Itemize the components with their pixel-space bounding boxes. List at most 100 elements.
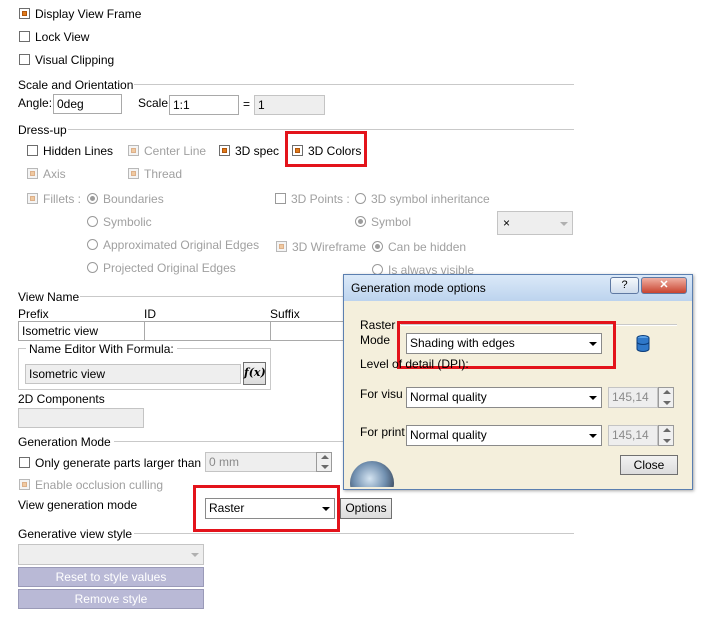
symbol-radio <box>355 216 366 227</box>
database-icon[interactable] <box>636 335 650 352</box>
thread-checkbox <box>128 168 139 179</box>
prefix-label: Prefix <box>18 307 49 321</box>
wireframe-3d-label: 3D Wireframe <box>292 240 367 254</box>
symbol-combo: × <box>497 211 573 235</box>
style-combo <box>18 544 204 565</box>
dressup-section-title: Dress-up <box>18 123 67 137</box>
options-button[interactable]: Options <box>340 498 392 519</box>
generation-section-title: Generation Mode <box>18 435 111 449</box>
points-3d-label: 3D Points : <box>291 192 350 206</box>
generation-separator <box>114 441 349 443</box>
symbol-inheritance-radio <box>355 193 366 204</box>
print-quality-combo[interactable]: Normal quality <box>406 425 602 446</box>
formula-fx-button[interactable]: f(x) <box>243 362 266 385</box>
fillets-checkbox <box>27 193 38 204</box>
scale-separator <box>134 84 574 86</box>
dialog-title: Generation mode options <box>351 281 486 295</box>
size-spinner <box>316 452 332 472</box>
spin-up-icon <box>663 428 671 432</box>
size-field: 0 mm <box>205 452 317 472</box>
suffix-field[interactable] <box>270 321 350 341</box>
dialog-titlebar: Generation mode options ? ✕ <box>344 275 692 301</box>
spin-up-icon <box>321 455 329 459</box>
lock-view-label: Lock View <box>35 30 90 44</box>
equals-sign: = <box>243 97 251 111</box>
components-field <box>18 408 144 428</box>
reset-style-button: Reset to style values <box>18 567 204 587</box>
only-larger-checkbox[interactable] <box>19 457 30 468</box>
visual-clipping-label: Visual Clipping <box>35 53 115 67</box>
center-line-label: Center Line <box>144 144 207 158</box>
thread-label: Thread <box>144 167 183 181</box>
dressup-separator <box>68 129 574 131</box>
view-name-separator <box>80 296 350 298</box>
close-icon: ✕ <box>659 279 669 291</box>
symbol-inheritance-label: 3D symbol inheritance <box>371 192 490 206</box>
boundaries-radio <box>87 193 98 204</box>
id-field[interactable] <box>144 321 271 341</box>
print-dpi-spinner <box>658 425 674 446</box>
points-3d-checkbox[interactable] <box>275 193 286 204</box>
globe-decoration-icon <box>346 447 396 505</box>
view-mode-label: View generation mode <box>18 498 138 512</box>
help-button[interactable]: ? <box>610 277 639 294</box>
symbol-label: Symbol <box>371 215 412 229</box>
hidden-lines-label: Hidden Lines <box>43 144 114 158</box>
fx-icon: f(x) <box>244 366 266 379</box>
components-section-title: 2D Components <box>18 392 105 406</box>
style-separator <box>134 533 574 535</box>
projected-edges-radio <box>87 262 98 273</box>
id-label: ID <box>144 307 156 321</box>
name-editor-field: Isometric view <box>25 364 241 384</box>
close-window-button[interactable]: ✕ <box>641 277 687 294</box>
raster-mode-value: Shading with edges <box>410 336 515 350</box>
chevron-down-icon <box>589 396 597 400</box>
angle-field[interactable]: 0deg <box>53 94 122 114</box>
raster-mode-combo[interactable]: Shading with edges <box>406 333 602 354</box>
symbolic-label: Symbolic <box>103 215 152 229</box>
print-label: For print <box>360 425 405 439</box>
scale-orientation-section-title: Scale and Orientation <box>18 78 134 92</box>
center-line-checkbox <box>128 145 139 156</box>
colors-3d-label: 3D Colors <box>308 144 362 158</box>
chevron-down-icon <box>322 507 330 511</box>
spec-3d-checkbox[interactable] <box>219 145 230 156</box>
visu-dpi-spinner <box>658 387 674 408</box>
scale-field[interactable]: 1:1 <box>169 95 239 115</box>
boundaries-label: Boundaries <box>103 192 164 206</box>
spin-down-icon <box>663 401 671 405</box>
print-quality-value: Normal quality <box>410 428 487 442</box>
lock-view-checkbox[interactable] <box>19 31 30 42</box>
raster-label: Raster <box>360 318 396 332</box>
scale-label: Scale: <box>138 96 172 110</box>
approx-edges-radio <box>87 239 98 250</box>
display-view-frame-checkbox[interactable] <box>19 8 30 19</box>
angle-label: Angle: <box>18 96 53 110</box>
approx-edges-label: Approximated Original Edges <box>103 238 260 252</box>
visu-quality-combo[interactable]: Normal quality <box>406 387 602 408</box>
projected-edges-label: Projected Original Edges <box>103 261 236 275</box>
fillets-label: Fillets : <box>43 192 82 206</box>
axis-checkbox <box>27 168 38 179</box>
visual-clipping-checkbox[interactable] <box>19 54 30 65</box>
lod-label: Level of detail (DPI): <box>360 357 469 371</box>
print-dpi-field: 145,14 <box>608 425 658 446</box>
view-mode-value: Raster <box>209 501 245 515</box>
can-be-hidden-radio <box>372 241 383 252</box>
colors-3d-checkbox[interactable] <box>292 145 303 156</box>
close-button[interactable]: Close <box>620 455 678 475</box>
spin-up-icon <box>663 390 671 394</box>
hidden-lines-checkbox[interactable] <box>27 145 38 156</box>
visu-quality-value: Normal quality <box>410 390 487 404</box>
visu-dpi-field: 145,14 <box>608 387 658 408</box>
chevron-down-icon <box>191 553 199 557</box>
spin-down-icon <box>321 465 329 469</box>
spec-3d-label: 3D spec <box>235 144 280 158</box>
occlusion-label: Enable occlusion culling <box>35 478 164 492</box>
prefix-field[interactable]: Isometric view <box>18 321 145 341</box>
view-mode-combo[interactable]: Raster <box>205 498 335 519</box>
mode-label: Mode <box>360 333 391 347</box>
occlusion-checkbox <box>19 479 30 490</box>
remove-style-button: Remove style <box>18 589 204 609</box>
display-view-frame-label: Display View Frame <box>35 7 142 21</box>
